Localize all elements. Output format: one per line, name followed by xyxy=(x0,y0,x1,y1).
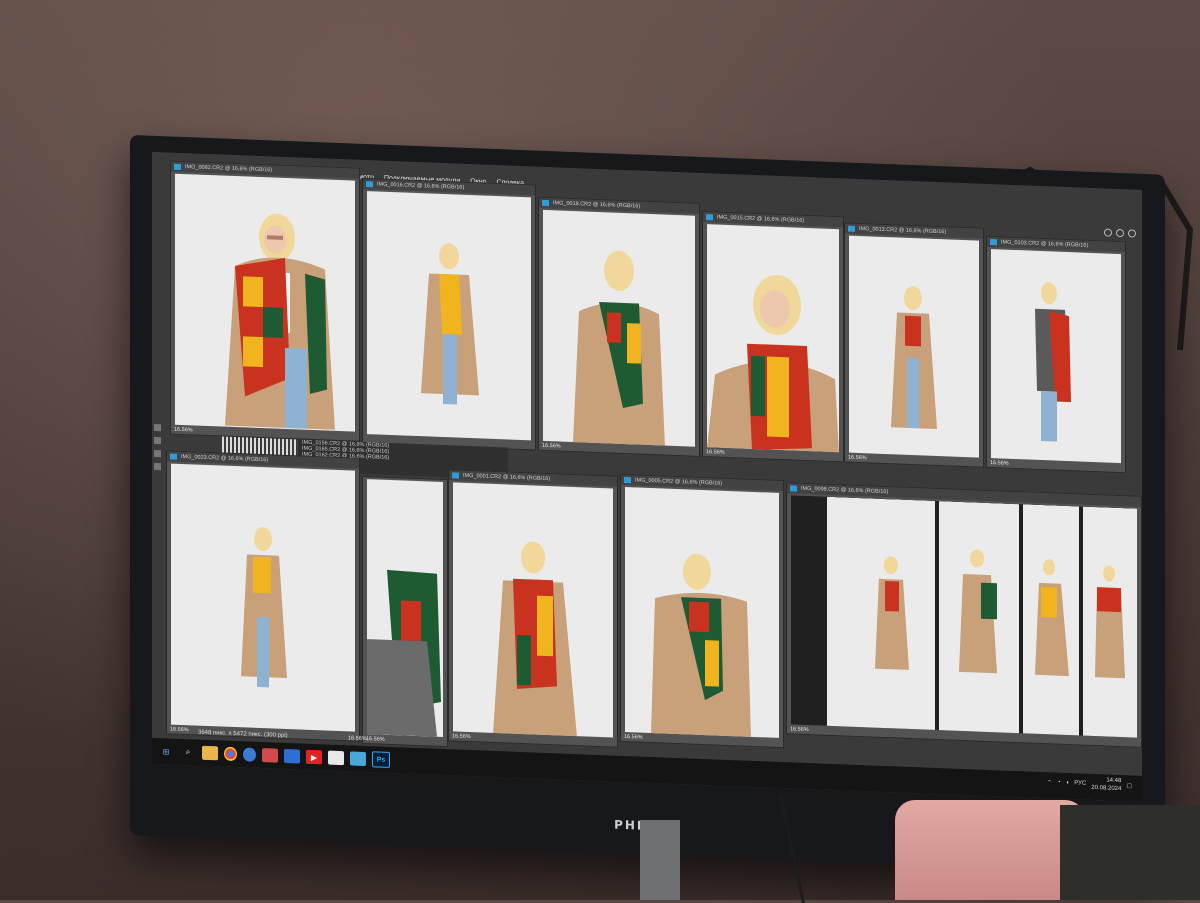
search-icon[interactable]: ⌕ xyxy=(180,745,196,760)
photo-window-5[interactable]: IMG_0013.CR2 @ 16,6% (RGB/16) 16.56% xyxy=(844,222,984,468)
monitor: Просмотр Подключаемые модули Окно Справк… xyxy=(130,135,1165,875)
photo-canvas xyxy=(175,173,355,432)
model-photo xyxy=(493,541,577,738)
photoshop-icon[interactable]: Ps xyxy=(372,751,390,768)
zoom-label: 16.56% xyxy=(848,454,867,462)
model-photo xyxy=(421,243,479,405)
model-collage xyxy=(827,496,1137,738)
app-icon[interactable] xyxy=(350,751,366,767)
photoshop-doc-icon xyxy=(366,181,373,188)
photoshop-doc-icon xyxy=(990,239,997,246)
zoom-tool-icon[interactable] xyxy=(154,462,161,471)
settings-icon[interactable] xyxy=(1116,228,1124,238)
zoom-label: 16.56% xyxy=(452,733,471,741)
youtube-icon[interactable]: ▶ xyxy=(306,749,322,765)
zoom-label: 16.56% xyxy=(366,736,385,743)
chevron-up-icon[interactable]: ⌃ xyxy=(1047,779,1052,786)
photo-title: IMG_0001.CR2 @ 16,6% (RGB/16) xyxy=(463,472,551,483)
language-indicator[interactable]: РУС xyxy=(1074,780,1086,786)
marquee-tool-icon[interactable] xyxy=(154,436,161,445)
photo-canvas xyxy=(367,191,531,441)
photoshop-doc-icon xyxy=(848,225,855,232)
share-icon[interactable] xyxy=(1128,229,1136,238)
photo-canvas xyxy=(625,487,779,738)
photo-title: IMG_0098.CR2 @ 16,6% (RGB/16) xyxy=(801,485,889,496)
clock-date: 20.08.2024 xyxy=(1091,784,1122,793)
clock[interactable]: 14:48 20.08.2024 xyxy=(1091,776,1121,793)
move-tool-icon[interactable] xyxy=(154,423,161,432)
brush-tool-icon[interactable] xyxy=(154,449,161,458)
photoshop-doc-icon xyxy=(174,163,181,170)
photo-canvas xyxy=(707,224,839,453)
zoom-label: 16.56% xyxy=(174,426,193,434)
zoom-label: 16.56% xyxy=(624,733,643,741)
photo-window-8[interactable]: IMG_0001.CR2 @ 16,6% (RGB/16) 16.56% xyxy=(448,469,618,748)
photo-title: IMG_0018.CR2 @ 16,6% (RGB/16) xyxy=(553,200,641,210)
browser-icon[interactable] xyxy=(243,747,256,762)
app-icon[interactable] xyxy=(262,748,278,763)
photoshop-doc-icon xyxy=(170,453,177,460)
zoom-label: 16.56% xyxy=(348,735,367,743)
notification-icon[interactable]: ▢ xyxy=(1126,782,1132,789)
zoom-label: 16.56% xyxy=(706,449,725,456)
photo-canvas xyxy=(367,479,443,738)
photo-title: IMG_0015.CR2 @ 16,6% (RGB/16) xyxy=(717,214,805,224)
photo-window-1[interactable]: IMG_0082.CR2 @ 16,6% (RGB/16) 16.56% xyxy=(170,160,360,442)
photo-window-2[interactable]: IMG_0016.CR2 @ 16,6% (RGB/16) xyxy=(362,177,536,451)
system-tray: ⌃ ◔ ◖ РУС 14:48 20.08.2024 ▢ xyxy=(1047,774,1132,793)
photo-title: IMG_0082.CR2 @ 16,6% (RGB/16) xyxy=(185,164,273,174)
model-photo xyxy=(707,274,839,453)
file-explorer-icon[interactable] xyxy=(202,745,218,761)
app-icon[interactable] xyxy=(284,748,300,764)
photo-title: IMG_0016.CR2 @ 16,6% (RGB/16) xyxy=(377,181,465,191)
desk-object xyxy=(1060,805,1200,900)
photo-window-10[interactable]: IMG_0098.CR2 @ 16,6% (RGB/16) 16.56% xyxy=(786,482,1142,748)
model-photo xyxy=(225,213,335,430)
photo-window-3[interactable]: IMG_0018.CR2 @ 16,6% (RGB/16) 16.56% xyxy=(538,196,700,457)
model-photo xyxy=(241,527,287,688)
wifi-icon[interactable]: ◔ xyxy=(1057,780,1061,786)
tools-panel xyxy=(154,423,164,494)
photoshop-doc-icon xyxy=(542,199,549,207)
screen: Просмотр Подключаемые модули Окно Справк… xyxy=(152,151,1142,802)
zoom-label: 16.56% xyxy=(542,442,561,450)
right-toolbar xyxy=(1104,228,1136,238)
photo-canvas xyxy=(453,482,613,738)
photo-title: IMG_0023.CR2 @ 16,6% (RGB/16) xyxy=(181,453,269,464)
photo-window-6[interactable]: IMG_0103.CR2 @ 16,6% (RGB/16) 16.56% xyxy=(986,235,1126,474)
photo-title: IMG_0013.CR2 @ 16,6% (RGB/16) xyxy=(859,226,947,236)
taskbar: ⊞ ⌕ ▶ Ps ⌃ ◔ ◖ РУС 14:48 20.08.2024 ▢ xyxy=(152,737,1142,802)
pink-cup xyxy=(895,800,1085,900)
photo-canvas xyxy=(991,249,1121,464)
photo-window-partial[interactable]: 16.56% xyxy=(362,475,448,748)
zoom-label: 16.56% xyxy=(170,726,189,734)
start-icon[interactable]: ⊞ xyxy=(158,744,174,759)
photo-title: IMG_0103.CR2 @ 16,6% (RGB/16) xyxy=(1001,239,1089,249)
photo-canvas xyxy=(849,235,979,458)
zoom-label: 16.56% xyxy=(990,460,1009,467)
model-photo xyxy=(1035,282,1071,442)
photo-canvas xyxy=(791,495,1137,738)
photo-canvas xyxy=(543,209,695,447)
photo-window-7[interactable]: IMG_0023.CR2 @ 16,6% (RGB/16) 16.56% xyxy=(166,450,360,742)
photoshop-doc-icon xyxy=(452,472,459,479)
volume-icon[interactable]: ◖ xyxy=(1066,780,1070,786)
photoshop-doc-icon xyxy=(624,476,631,484)
model-photo xyxy=(573,250,665,447)
photo-canvas xyxy=(171,463,355,732)
chrome-icon[interactable] xyxy=(224,746,237,762)
model-photo xyxy=(891,286,937,430)
photo-window-9[interactable]: IMG_0005.CR2 @ 16,6% (RGB/16) 16.56% xyxy=(620,473,784,749)
zoom-label: 16.56% xyxy=(790,726,809,734)
search-icon[interactable] xyxy=(1104,228,1112,237)
photoshop-doc-icon xyxy=(790,485,797,492)
photo-title: IMG_0005.CR2 @ 16,6% (RGB/16) xyxy=(635,477,723,487)
model-photo xyxy=(367,569,441,737)
notes-icon[interactable] xyxy=(328,750,344,766)
photo-window-4[interactable]: IMG_0015.CR2 @ 16,6% (RGB/16) 16.56% xyxy=(702,210,844,463)
model-photo xyxy=(651,553,751,738)
monitor-stand xyxy=(640,820,680,900)
photoshop-doc-icon xyxy=(706,214,713,221)
